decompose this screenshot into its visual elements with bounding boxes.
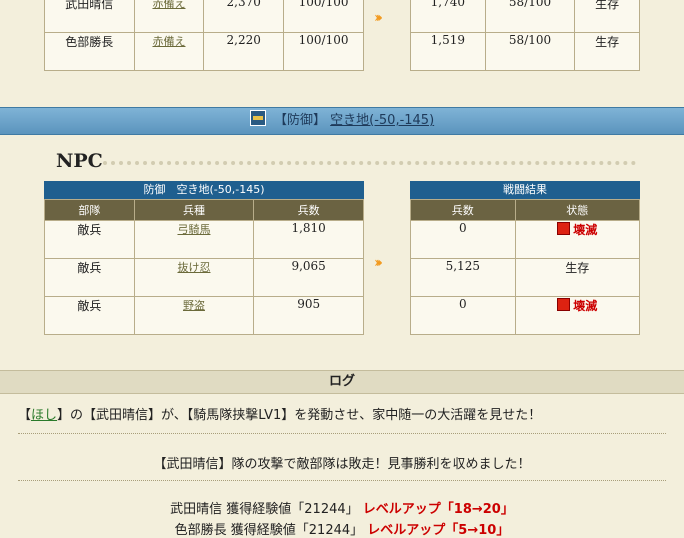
troop-count: 0 xyxy=(410,220,516,259)
unit-type-link[interactable]: 赤備え xyxy=(152,0,185,10)
troop-count: 1,519 xyxy=(410,32,486,71)
status-destroyed: 壊滅 xyxy=(514,296,641,335)
log-header: ログ xyxy=(0,370,684,394)
battle-result-caption: 戦闘結果 xyxy=(410,181,640,199)
status: 生存 xyxy=(514,258,641,297)
level: 100/100 xyxy=(283,32,364,71)
table-row: 敵兵 野盗 905 xyxy=(44,296,364,335)
table-row: 敵兵 抜け忍 9,065 xyxy=(44,258,364,297)
level: 58/100 xyxy=(484,0,576,33)
troop-count: 905 xyxy=(253,296,364,335)
table-row: 敵兵 弓騎馬 1,810 xyxy=(44,220,364,259)
table-row: 1,740 58/100 生存 xyxy=(410,0,640,33)
xp-line: 色部勝長 獲得経験値「21244」 レベルアップ「5→10」 xyxy=(174,523,510,538)
triple-chevron-right-icon: ››› xyxy=(374,255,383,271)
squad-name: 敵兵 xyxy=(44,258,135,297)
table-row: 0 壊滅 xyxy=(410,220,641,259)
status: 生存 xyxy=(574,0,640,33)
divider xyxy=(18,433,666,434)
triple-chevron-right-icon: ››› xyxy=(374,10,383,26)
unit-type-link[interactable]: 野盗 xyxy=(183,299,205,312)
column-header: 状態 xyxy=(514,199,641,221)
level-up-text: レベルアップ「18→20」 xyxy=(362,502,514,517)
location-link[interactable]: 空き地(-50,-145) xyxy=(330,113,434,128)
troop-count: 5,125 xyxy=(410,258,516,297)
defense-band: 【防御】 空き地(-50,-145) xyxy=(0,107,684,135)
table-row: 色部勝長 赤備え 2,220 100/100 xyxy=(44,32,364,71)
table-row: 0 壊滅 xyxy=(410,296,641,335)
troop-count: 2,370 xyxy=(203,0,285,33)
troop-count: 9,065 xyxy=(253,258,364,297)
divider xyxy=(18,480,666,481)
top-left-table: 武田晴信 赤備え 2,370 100/100 色部勝長 赤備え 2,220 10… xyxy=(44,0,364,71)
general-name: 色部勝長 xyxy=(44,32,135,71)
unit-type-link[interactable]: 赤備え xyxy=(152,35,185,48)
column-header: 部隊 xyxy=(44,199,135,221)
unit-type-link[interactable]: 抜け忍 xyxy=(177,261,210,274)
npc-defense-caption: 防御 空き地(-50,-145) xyxy=(44,181,364,199)
header-row: 部隊 兵種 兵数 xyxy=(44,199,364,221)
player-link[interactable]: ほし xyxy=(31,408,57,423)
level: 58/100 xyxy=(484,32,576,71)
troop-count: 1,810 xyxy=(253,220,364,259)
npc-defense-panel: 防御 空き地(-50,-145) 部隊 兵種 兵数 敵兵 弓騎馬 1,810 敵… xyxy=(44,181,364,335)
status-destroyed: 壊滅 xyxy=(514,220,641,259)
destroyed-icon xyxy=(557,298,571,311)
table-row: 武田晴信 赤備え 2,370 100/100 xyxy=(44,0,364,33)
header-row: 兵数 状態 xyxy=(410,199,641,221)
log-line-skill: 【ほし】の【武田晴信】が、【騎馬隊挟撃LV1】を発動させ、家中随一の大活躍を見せ… xyxy=(18,408,542,423)
defense-flag-icon xyxy=(249,110,266,126)
squad-name: 敵兵 xyxy=(44,220,135,259)
column-header: 兵数 xyxy=(253,199,364,221)
table-row: 5,125 生存 xyxy=(410,258,641,297)
unit-type-link[interactable]: 弓騎馬 xyxy=(177,223,210,236)
decorative-divider xyxy=(103,161,636,165)
status: 生存 xyxy=(574,32,640,71)
troop-count: 1,740 xyxy=(410,0,486,33)
npc-title: NPC xyxy=(56,150,103,172)
general-name: 武田晴信 xyxy=(44,0,135,33)
column-header: 兵種 xyxy=(133,199,255,221)
table-row: 1,519 58/100 生存 xyxy=(410,32,640,71)
top-right-table: 1,740 58/100 生存 1,519 58/100 生存 xyxy=(410,0,640,71)
squad-name: 敵兵 xyxy=(44,296,135,335)
destroyed-icon xyxy=(557,222,571,235)
battle-result-panel: 戦闘結果 兵数 状態 0 壊滅 5,125 生存 0 壊滅 xyxy=(410,181,641,335)
level-up-text: レベルアップ「5→10」 xyxy=(367,523,510,538)
troop-count: 2,220 xyxy=(203,32,285,71)
column-header: 兵数 xyxy=(410,199,516,221)
defense-prefix: 【防御】 xyxy=(273,113,326,128)
level: 100/100 xyxy=(283,0,364,33)
log-line-victory: 【武田晴信】隊の攻撃で敵部隊は敗走！見事勝利を収めました！ xyxy=(153,457,531,472)
troop-count: 0 xyxy=(410,296,516,335)
xp-line: 武田晴信 獲得経験値「21244」 レベルアップ「18→20」 xyxy=(170,502,514,517)
